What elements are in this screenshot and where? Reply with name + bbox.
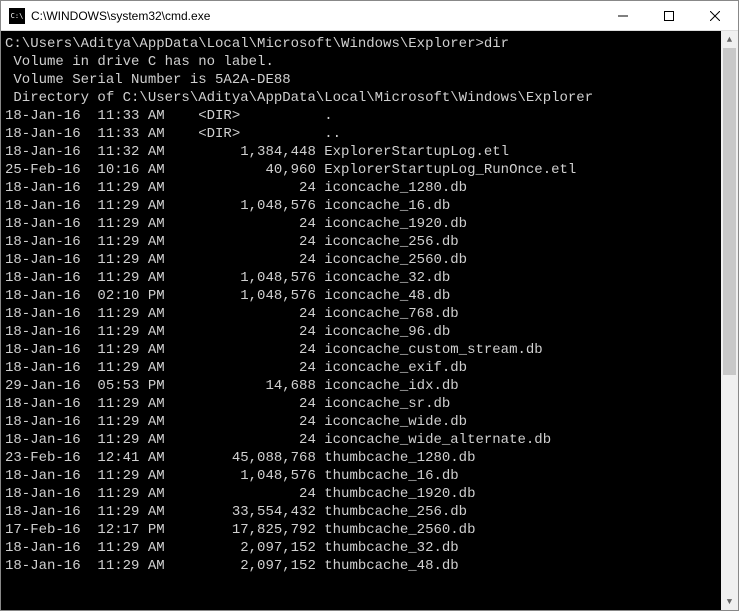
console-line: 18-Jan-16 11:33 AM <DIR> .. bbox=[5, 125, 721, 143]
console-line: 18-Jan-16 11:29 AM 24 iconcache_custom_s… bbox=[5, 341, 721, 359]
console-line: Volume Serial Number is 5A2A-DE88 bbox=[5, 71, 721, 89]
cmd-window: C:\WINDOWS\system32\cmd.exe C:\Users\Adi… bbox=[0, 0, 739, 611]
console-line: 18-Jan-16 11:29 AM 24 iconcache_1920.db bbox=[5, 215, 721, 233]
console-line: 18-Jan-16 11:29 AM 2,097,152 thumbcache_… bbox=[5, 539, 721, 557]
vertical-scrollbar[interactable]: ▲ ▼ bbox=[721, 31, 738, 610]
console-line: Directory of C:\Users\Aditya\AppData\Loc… bbox=[5, 89, 721, 107]
console-line: 18-Jan-16 11:29 AM 1,048,576 thumbcache_… bbox=[5, 467, 721, 485]
console-line: 23-Feb-16 12:41 AM 45,088,768 thumbcache… bbox=[5, 449, 721, 467]
console-line: 25-Feb-16 10:16 AM 40,960 ExplorerStartu… bbox=[5, 161, 721, 179]
console-output[interactable]: C:\Users\Aditya\AppData\Local\Microsoft\… bbox=[1, 31, 721, 610]
close-button[interactable] bbox=[692, 1, 738, 30]
console-area: C:\Users\Aditya\AppData\Local\Microsoft\… bbox=[1, 31, 738, 610]
console-line: 18-Jan-16 11:29 AM 2,097,152 thumbcache_… bbox=[5, 557, 721, 575]
console-line: 18-Jan-16 11:33 AM <DIR> . bbox=[5, 107, 721, 125]
console-line: 29-Jan-16 05:53 PM 14,688 iconcache_idx.… bbox=[5, 377, 721, 395]
maximize-button[interactable] bbox=[646, 1, 692, 30]
console-line: 18-Jan-16 11:29 AM 24 iconcache_256.db bbox=[5, 233, 721, 251]
console-line: 18-Jan-16 11:29 AM 24 iconcache_exif.db bbox=[5, 359, 721, 377]
console-line: 18-Jan-16 11:29 AM 24 iconcache_1280.db bbox=[5, 179, 721, 197]
window-title: C:\WINDOWS\system32\cmd.exe bbox=[31, 9, 600, 23]
scroll-down-button[interactable]: ▼ bbox=[721, 593, 738, 610]
console-line: 18-Jan-16 11:29 AM 24 iconcache_2560.db bbox=[5, 251, 721, 269]
scroll-thumb[interactable] bbox=[723, 48, 736, 375]
window-controls bbox=[600, 1, 738, 30]
console-line: 18-Jan-16 02:10 PM 1,048,576 iconcache_4… bbox=[5, 287, 721, 305]
scroll-up-button[interactable]: ▲ bbox=[721, 31, 738, 48]
console-line: 18-Jan-16 11:29 AM 24 iconcache_wide_alt… bbox=[5, 431, 721, 449]
console-line: 18-Jan-16 11:29 AM 24 iconcache_sr.db bbox=[5, 395, 721, 413]
minimize-button[interactable] bbox=[600, 1, 646, 30]
console-line: Volume in drive C has no label. bbox=[5, 53, 721, 71]
scroll-track[interactable] bbox=[721, 48, 738, 593]
console-line: 18-Jan-16 11:29 AM 24 iconcache_wide.db bbox=[5, 413, 721, 431]
console-line: 18-Jan-16 11:29 AM 24 iconcache_96.db bbox=[5, 323, 721, 341]
console-line: 18-Jan-16 11:29 AM 33,554,432 thumbcache… bbox=[5, 503, 721, 521]
console-line: 18-Jan-16 11:29 AM 24 thumbcache_1920.db bbox=[5, 485, 721, 503]
console-line: 18-Jan-16 11:32 AM 1,384,448 ExplorerSta… bbox=[5, 143, 721, 161]
console-line: 18-Jan-16 11:29 AM 1,048,576 iconcache_1… bbox=[5, 197, 721, 215]
console-line: 18-Jan-16 11:29 AM 24 iconcache_768.db bbox=[5, 305, 721, 323]
console-line: 18-Jan-16 11:29 AM 1,048,576 iconcache_3… bbox=[5, 269, 721, 287]
console-line: C:\Users\Aditya\AppData\Local\Microsoft\… bbox=[5, 35, 721, 53]
cmd-icon bbox=[9, 8, 25, 24]
titlebar[interactable]: C:\WINDOWS\system32\cmd.exe bbox=[1, 1, 738, 31]
console-line: 17-Feb-16 12:17 PM 17,825,792 thumbcache… bbox=[5, 521, 721, 539]
